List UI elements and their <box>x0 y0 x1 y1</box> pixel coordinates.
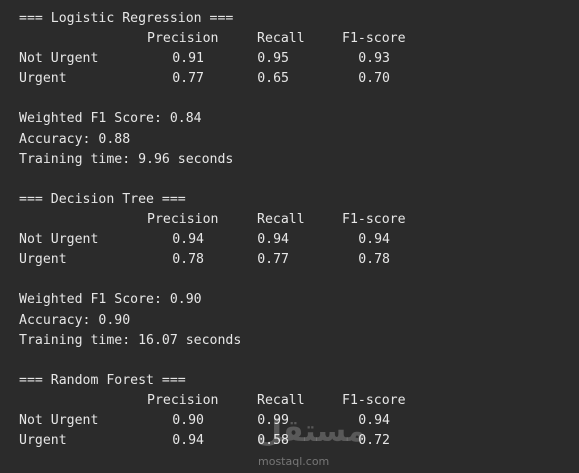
weighted-f1-line: Weighted F1 Score: 0.84 <box>19 111 202 127</box>
column-header-recall: Recall <box>257 393 305 409</box>
precision-value: 0.91 <box>172 51 204 67</box>
column-header-precision: Precision <box>147 212 219 228</box>
column-header-recall: Recall <box>257 31 305 47</box>
training-time-line: Training time: 16.07 seconds <box>19 332 242 348</box>
column-header-f1: F1-score <box>342 31 406 47</box>
metrics-row-not-urgent: Not Urgent 0.94 0.94 0.94 <box>19 230 579 250</box>
training-time-line: Training time: 9.96 seconds <box>19 151 234 167</box>
precision-value: 0.90 <box>172 413 204 429</box>
f1-value: 0.94 <box>358 413 390 429</box>
metrics-row-urgent: Urgent 0.94 0.58 0.72 <box>19 431 579 451</box>
watermark-text: mostaql.com <box>258 455 330 468</box>
weighted-f1-line: Weighted F1 Score: 0.90 <box>19 292 202 308</box>
precision-value: 0.94 <box>172 232 204 248</box>
column-header-f1: F1-score <box>342 212 406 228</box>
f1-value: 0.72 <box>358 433 390 449</box>
section-random-forest: === Random Forest === Precision Recall F… <box>19 371 579 451</box>
accuracy-line: Accuracy: 0.88 <box>19 131 131 147</box>
metrics-row-not-urgent: Not Urgent 0.90 0.99 0.94 <box>19 411 579 431</box>
metrics-header-row: Precision Recall F1-score <box>19 210 579 230</box>
section-header: === Decision Tree === <box>19 192 186 207</box>
precision-value: 0.94 <box>172 433 204 449</box>
recall-value: 0.95 <box>257 51 289 67</box>
column-header-f1: F1-score <box>342 393 406 409</box>
metrics-header-row: Precision Recall F1-score <box>19 29 579 49</box>
metrics-row-not-urgent: Not Urgent 0.91 0.95 0.93 <box>19 49 579 69</box>
f1-value: 0.70 <box>358 71 390 87</box>
column-header-precision: Precision <box>147 31 219 47</box>
section-decision-tree: === Decision Tree === Precision Recall F… <box>19 190 579 351</box>
recall-value: 0.99 <box>257 413 289 429</box>
recall-value: 0.94 <box>257 232 289 248</box>
f1-value: 0.94 <box>358 232 390 248</box>
accuracy-line: Accuracy: 0.90 <box>19 312 131 328</box>
metrics-header-row: Precision Recall F1-score <box>19 391 579 411</box>
row-label: Urgent <box>19 71 67 87</box>
precision-value: 0.78 <box>172 252 204 268</box>
recall-value: 0.77 <box>257 252 289 268</box>
row-label: Not Urgent <box>19 413 99 429</box>
recall-value: 0.65 <box>257 71 289 87</box>
f1-value: 0.78 <box>358 252 390 268</box>
recall-value: 0.58 <box>257 433 289 449</box>
column-header-precision: Precision <box>147 393 219 409</box>
column-header-recall: Recall <box>257 212 305 228</box>
row-label: Not Urgent <box>19 232 99 248</box>
row-label: Urgent <box>19 433 67 449</box>
section-header: === Random Forest === <box>19 373 186 388</box>
section-header: === Logistic Regression === <box>19 11 234 26</box>
f1-value: 0.93 <box>358 51 390 67</box>
row-label: Not Urgent <box>19 51 99 67</box>
precision-value: 0.77 <box>172 71 204 87</box>
row-label: Urgent <box>19 252 67 268</box>
metrics-row-urgent: Urgent 0.77 0.65 0.70 <box>19 69 579 89</box>
metrics-row-urgent: Urgent 0.78 0.77 0.78 <box>19 250 579 270</box>
console-output: === Logistic Regression === Precision Re… <box>0 0 579 473</box>
section-logistic-regression: === Logistic Regression === Precision Re… <box>19 9 579 170</box>
